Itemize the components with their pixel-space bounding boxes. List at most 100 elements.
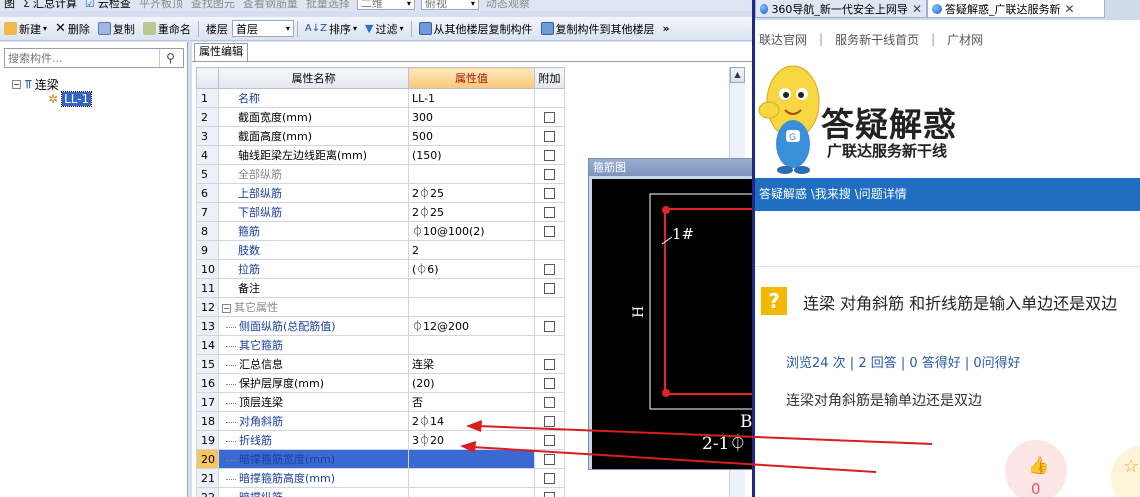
- property-value-cell[interactable]: 2⏀25: [408, 183, 535, 203]
- property-value-cell[interactable]: [408, 297, 535, 317]
- property-value-cell[interactable]: 300: [408, 107, 535, 127]
- property-row[interactable]: 13 侧面纵筋(总配筋值) ⏀12@200: [196, 316, 565, 336]
- property-value-cell[interactable]: 2⏀14: [408, 411, 535, 431]
- top-toolbar-item[interactable]: 批量选择: [302, 0, 354, 11]
- attach-checkbox[interactable]: [544, 207, 555, 218]
- collapse-icon[interactable]: −: [12, 80, 21, 89]
- dynamic-view-button[interactable]: 动态观察: [482, 0, 534, 11]
- tree-node-ll1[interactable]: ✲ LL-1: [48, 91, 93, 107]
- property-value-cell[interactable]: 否: [408, 392, 535, 412]
- attach-checkbox[interactable]: [544, 454, 555, 465]
- property-value-cell[interactable]: (20): [408, 373, 535, 393]
- tab-360-nav[interactable]: 360导航_新一代安全上网导 ✕: [755, 0, 927, 18]
- attach-checkbox[interactable]: [544, 264, 555, 275]
- property-value-cell[interactable]: 500: [408, 126, 535, 146]
- property-row[interactable]: 11 备注: [196, 278, 565, 298]
- link-service-home[interactable]: 服务新干线首页: [831, 31, 923, 48]
- attach-checkbox[interactable]: [544, 397, 555, 408]
- property-row[interactable]: 2 截面宽度(mm) 300: [196, 107, 565, 127]
- attach-checkbox[interactable]: [544, 473, 555, 484]
- attach-checkbox[interactable]: [544, 416, 555, 427]
- copy-to-floor-button[interactable]: 复制构件到其他楼层: [537, 17, 659, 40]
- property-row[interactable]: 20 暗撑箍筋宽度(mm): [196, 449, 565, 469]
- property-row[interactable]: 14 其它箍筋: [196, 335, 565, 355]
- attach-checkbox[interactable]: [544, 226, 555, 237]
- property-row[interactable]: 21 暗撑箍筋高度(mm): [196, 468, 565, 488]
- copy-from-floor-button[interactable]: 从其他楼层复制构件: [415, 17, 537, 40]
- property-row[interactable]: 10 拉筋 (⏀6): [196, 259, 565, 279]
- property-row[interactable]: 19 折线筋 3⏀20: [196, 430, 565, 450]
- like-button[interactable]: 👍 0: [1005, 440, 1067, 497]
- property-row[interactable]: 12− 其它属性: [196, 297, 565, 317]
- floor-select[interactable]: 首层 ▾: [231, 20, 294, 37]
- attach-checkbox[interactable]: [544, 283, 555, 294]
- property-value-cell[interactable]: (⏀6): [408, 259, 535, 279]
- close-icon[interactable]: ✕: [1065, 2, 1075, 16]
- property-row[interactable]: 1 名称 LL-1: [196, 88, 565, 108]
- top-toolbar-item[interactable]: 图: [0, 0, 19, 11]
- attach-checkbox[interactable]: [544, 492, 555, 497]
- property-row[interactable]: 15 汇总信息 连梁: [196, 354, 565, 374]
- attach-checkbox[interactable]: [544, 435, 555, 446]
- top-toolbar-item[interactable]: 查看钢筋量: [239, 0, 302, 11]
- filter-button[interactable]: ▼ 过滤 ▾: [361, 17, 407, 40]
- view-mode-select[interactable]: 二维 ▾: [356, 0, 415, 10]
- top-toolbar-item[interactable]: ☑ 云检查: [81, 0, 135, 11]
- attach-checkbox[interactable]: [544, 359, 555, 370]
- property-row[interactable]: 4 轴线距梁左边线距离(mm) (150): [196, 145, 565, 165]
- view-mode-select[interactable]: 俯视 ▾: [420, 0, 479, 10]
- property-value-cell[interactable]: 2⏀25: [408, 202, 535, 222]
- property-value-cell[interactable]: [408, 468, 535, 488]
- property-row[interactable]: 3 截面高度(mm) 500: [196, 126, 565, 146]
- property-row[interactable]: 7 下部纵筋 2⏀25: [196, 202, 565, 222]
- attach-checkbox[interactable]: [544, 188, 555, 199]
- breadcrumb[interactable]: 答疑解惑 \我来搜 \问题详情: [755, 178, 1140, 211]
- property-row[interactable]: 22 暗撑纵筋: [196, 487, 565, 497]
- property-value-cell[interactable]: ⏀10@100(2): [408, 221, 535, 241]
- property-row[interactable]: 5 全部纵筋: [196, 164, 565, 184]
- link-official-site[interactable]: 联达官网: [755, 31, 811, 48]
- attach-checkbox[interactable]: [544, 131, 555, 142]
- property-value-cell[interactable]: (150): [408, 145, 535, 165]
- property-value-cell[interactable]: [408, 278, 535, 298]
- attach-checkbox[interactable]: [544, 378, 555, 389]
- property-value-cell[interactable]: LL-1: [408, 88, 535, 108]
- tree-node-lianliang[interactable]: − ⫪ 连梁: [12, 76, 59, 93]
- property-row[interactable]: 9 肢数 2: [196, 240, 565, 260]
- favorite-button[interactable]: ☆: [1111, 446, 1140, 497]
- property-row[interactable]: 8 箍筋 ⏀10@100(2): [196, 221, 565, 241]
- property-row[interactable]: 18 对角斜筋 2⏀14: [196, 411, 565, 431]
- attach-checkbox[interactable]: [544, 169, 555, 180]
- delete-button[interactable]: ✕ 删除: [51, 17, 94, 40]
- search-input[interactable]: [5, 50, 159, 66]
- property-value-cell[interactable]: [408, 164, 535, 184]
- tab-answer-page[interactable]: 答疑解惑_广联达服务新 ✕: [927, 0, 1105, 18]
- property-row[interactable]: 17 顶层连梁 否: [196, 392, 565, 412]
- collapse-icon[interactable]: −: [222, 304, 231, 313]
- property-row[interactable]: 6 上部纵筋 2⏀25: [196, 183, 565, 203]
- sort-button[interactable]: A↓Z 排序 ▾: [301, 17, 361, 40]
- property-value-cell[interactable]: ⏀12@200: [408, 316, 535, 336]
- new-button[interactable]: 新建 ▾: [0, 17, 51, 40]
- property-value-cell[interactable]: [408, 335, 535, 355]
- scroll-up-icon[interactable]: ▲: [730, 67, 745, 83]
- top-toolbar-item[interactable]: 平齐板顶: [135, 0, 187, 11]
- search-button[interactable]: ⚲: [159, 49, 181, 67]
- property-value-cell[interactable]: 3⏀20: [408, 430, 535, 450]
- top-toolbar-item[interactable]: Σ 汇总计算: [19, 0, 81, 11]
- tab-property-edit[interactable]: 属性编辑: [194, 43, 248, 61]
- property-value-cell[interactable]: 2: [408, 240, 535, 260]
- property-value-cell[interactable]: 连梁: [408, 354, 535, 374]
- property-value-cell[interactable]: [408, 487, 535, 497]
- attach-checkbox[interactable]: [544, 150, 555, 161]
- rename-button[interactable]: 重命名: [139, 17, 195, 40]
- property-value-cell[interactable]: [408, 449, 535, 469]
- property-row[interactable]: 16 保护层厚度(mm) (20): [196, 373, 565, 393]
- attach-checkbox[interactable]: [544, 321, 555, 332]
- top-toolbar-item[interactable]: 查找图元: [187, 0, 239, 11]
- toolbar-overflow-button[interactable]: »: [659, 17, 674, 40]
- copy-button[interactable]: 复制: [94, 17, 139, 40]
- link-material-site[interactable]: 广材网: [943, 31, 987, 48]
- attach-checkbox[interactable]: [544, 112, 555, 123]
- close-icon[interactable]: ✕: [912, 2, 922, 16]
